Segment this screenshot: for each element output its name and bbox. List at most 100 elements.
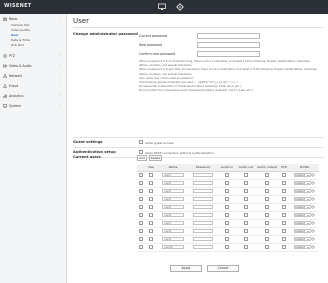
profile-select[interactable]: Default xyxy=(293,236,311,242)
alarm-output-checkbox[interactable] xyxy=(265,173,269,177)
confirm-password-input[interactable] xyxy=(197,51,260,57)
user-password-input[interactable] xyxy=(193,228,213,234)
user-name-input[interactable]: user10 xyxy=(162,244,184,250)
gear-icon[interactable] xyxy=(311,245,315,249)
ptz-checkbox[interactable] xyxy=(282,181,286,185)
use-checkbox[interactable] xyxy=(149,173,153,177)
current-password-input[interactable] xyxy=(197,33,260,39)
profile-select[interactable]: Default xyxy=(293,212,311,218)
row-select-checkbox[interactable] xyxy=(138,229,143,233)
user-password-input[interactable] xyxy=(193,204,213,210)
audio-out-checkbox[interactable] xyxy=(244,229,248,233)
audio-out-checkbox[interactable] xyxy=(244,181,248,185)
user-name-input[interactable]: user6 xyxy=(162,212,184,218)
ptz-checkbox[interactable] xyxy=(282,229,286,233)
ptz-checkbox[interactable] xyxy=(282,213,286,217)
guest-access-checkbox[interactable] xyxy=(139,140,143,144)
row-select-checkbox[interactable] xyxy=(138,213,143,217)
audio-in-checkbox[interactable] xyxy=(225,213,229,217)
ptz-checkbox[interactable] xyxy=(282,237,286,241)
monitor-icon[interactable] xyxy=(158,3,166,11)
use-checkbox[interactable] xyxy=(149,213,153,217)
sidebar-subitem-ip-port[interactable]: IP & Port xyxy=(11,43,63,48)
alarm-output-checkbox[interactable] xyxy=(265,245,269,249)
alarm-output-checkbox[interactable] xyxy=(265,205,269,209)
audio-in-checkbox[interactable] xyxy=(225,245,229,249)
alarm-output-checkbox[interactable] xyxy=(265,189,269,193)
audio-in-checkbox[interactable] xyxy=(225,221,229,225)
user-password-input[interactable] xyxy=(193,188,213,194)
use-checkbox[interactable] xyxy=(149,181,153,185)
audio-in-checkbox[interactable] xyxy=(225,197,229,201)
sidebar-item-system[interactable]: System ˅ xyxy=(3,103,63,109)
audio-out-checkbox[interactable] xyxy=(244,245,248,249)
audio-in-checkbox[interactable] xyxy=(225,181,229,185)
user-name-input[interactable]: user8 xyxy=(162,228,184,234)
profile-select[interactable]: Default xyxy=(293,204,311,210)
alarm-output-checkbox[interactable] xyxy=(265,237,269,241)
new-password-input[interactable] xyxy=(197,42,260,48)
row-select-checkbox[interactable] xyxy=(138,173,143,177)
ptz-checkbox[interactable] xyxy=(282,197,286,201)
profile-select[interactable]: Default xyxy=(293,220,311,226)
sidebar-item-analytics[interactable]: Analytics ˅ xyxy=(3,93,63,99)
audio-in-checkbox[interactable] xyxy=(225,237,229,241)
audio-out-checkbox[interactable] xyxy=(244,213,248,217)
use-checkbox[interactable] xyxy=(149,197,153,201)
row-select-checkbox[interactable] xyxy=(138,237,143,241)
ptz-checkbox[interactable] xyxy=(282,173,286,177)
audio-in-checkbox[interactable] xyxy=(225,205,229,209)
gear-icon[interactable] xyxy=(311,229,315,233)
user-name-input[interactable]: user5 xyxy=(162,204,184,210)
row-select-checkbox[interactable] xyxy=(138,221,143,225)
profile-select[interactable]: Default xyxy=(293,196,311,202)
alarm-output-checkbox[interactable] xyxy=(265,229,269,233)
audio-out-checkbox[interactable] xyxy=(244,237,248,241)
user-name-input[interactable]: user1 xyxy=(162,172,184,178)
audio-out-checkbox[interactable] xyxy=(244,189,248,193)
gear-icon[interactable] xyxy=(311,237,315,241)
rtsp-auth-checkbox[interactable] xyxy=(139,150,143,154)
apply-button[interactable]: Apply xyxy=(170,265,202,272)
audio-out-checkbox[interactable] xyxy=(244,173,248,177)
gear-icon[interactable] xyxy=(311,173,315,177)
user-name-input[interactable]: user4 xyxy=(162,196,184,202)
ptz-checkbox[interactable] xyxy=(282,221,286,225)
audio-in-checkbox[interactable] xyxy=(225,189,229,193)
sidebar-item-video-audio[interactable]: Video & Audio ˅ xyxy=(3,63,63,69)
gear-icon[interactable] xyxy=(311,213,315,217)
row-select-checkbox[interactable] xyxy=(138,189,143,193)
user-password-input[interactable] xyxy=(193,220,213,226)
gear-icon[interactable] xyxy=(311,197,315,201)
use-checkbox[interactable] xyxy=(149,245,153,249)
row-select-checkbox[interactable] xyxy=(138,181,143,185)
use-checkbox[interactable] xyxy=(149,189,153,193)
row-select-checkbox[interactable] xyxy=(138,197,143,201)
alarm-output-checkbox[interactable] xyxy=(265,213,269,217)
user-password-input[interactable] xyxy=(193,180,213,186)
use-checkbox[interactable] xyxy=(149,237,153,241)
ptz-checkbox[interactable] xyxy=(282,205,286,209)
user-name-input[interactable]: user9 xyxy=(162,236,184,242)
user-password-input[interactable] xyxy=(193,196,213,202)
alarm-output-checkbox[interactable] xyxy=(265,197,269,201)
cancel-button[interactable]: Cancel xyxy=(207,265,239,272)
profile-select[interactable]: Default xyxy=(293,228,311,234)
profile-select[interactable]: Default xyxy=(293,188,311,194)
ptz-checkbox[interactable] xyxy=(282,189,286,193)
row-select-checkbox[interactable] xyxy=(138,245,143,249)
gear-icon[interactable] xyxy=(311,205,315,209)
alarm-output-checkbox[interactable] xyxy=(265,221,269,225)
audio-out-checkbox[interactable] xyxy=(244,221,248,225)
user-password-input[interactable] xyxy=(193,244,213,250)
gear-icon[interactable] xyxy=(311,221,315,225)
user-password-input[interactable] xyxy=(193,212,213,218)
add-user-button[interactable]: Add xyxy=(137,155,147,161)
audio-out-checkbox[interactable] xyxy=(244,197,248,201)
profile-select[interactable]: Default xyxy=(293,180,311,186)
use-checkbox[interactable] xyxy=(149,229,153,233)
sidebar-item-event[interactable]: Event ˅ xyxy=(3,83,63,89)
audio-in-checkbox[interactable] xyxy=(225,173,229,177)
ptz-checkbox[interactable] xyxy=(282,245,286,249)
profile-select[interactable]: Default xyxy=(293,244,311,250)
